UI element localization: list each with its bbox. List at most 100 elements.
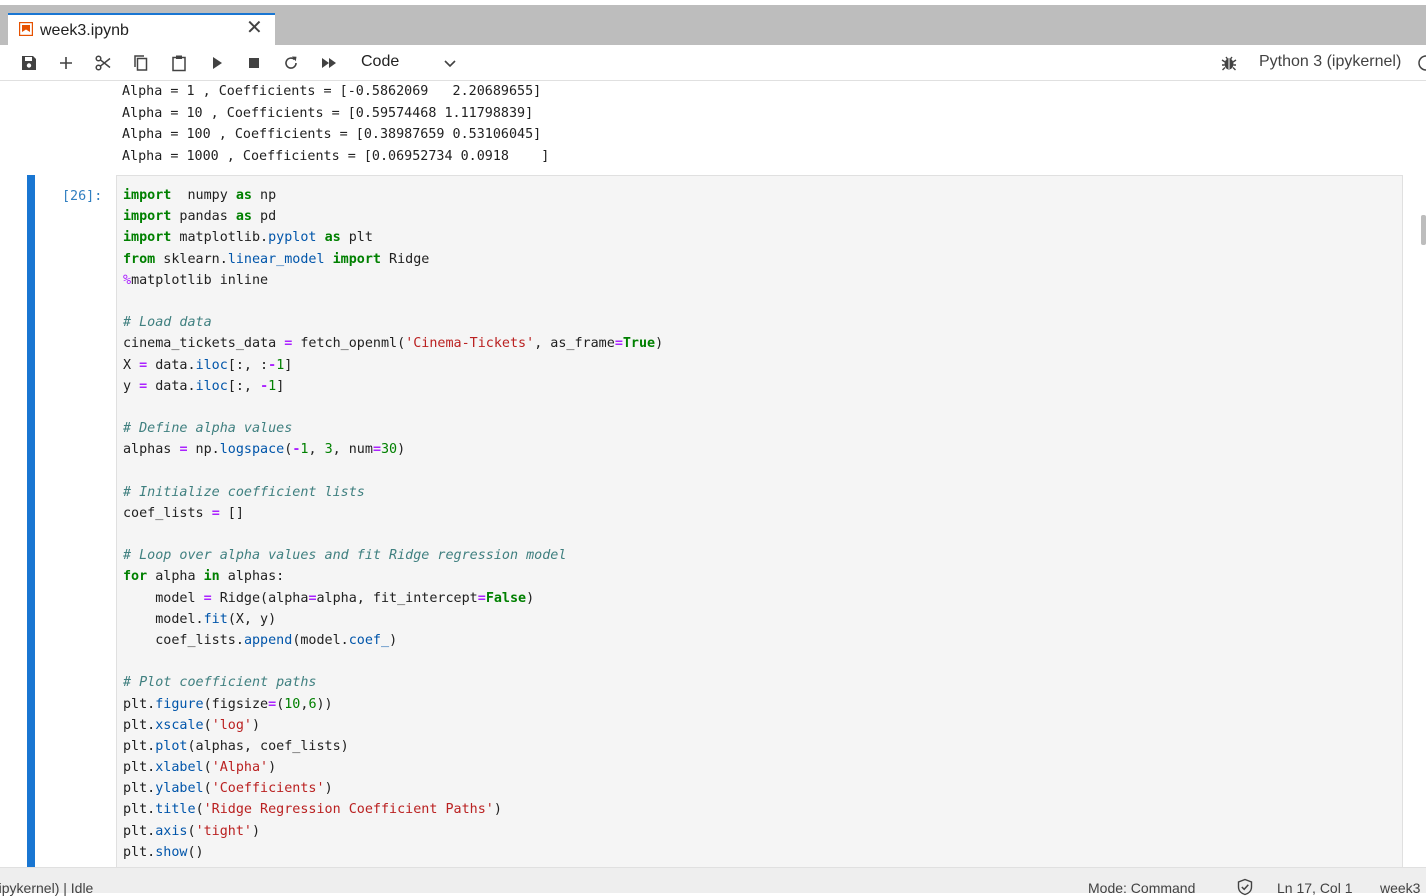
code-line: for alpha in alphas:	[123, 566, 663, 587]
code-token: plt.	[123, 760, 156, 776]
output-line: Alpha = 10 , Coefficients = [0.59574468 …	[122, 105, 534, 121]
add-icon	[60, 57, 72, 69]
close-icon[interactable]: ✕	[246, 18, 263, 38]
code-token: (	[203, 717, 212, 733]
code-token: -	[268, 357, 277, 373]
code-token: iloc	[195, 378, 228, 394]
code-line: import numpy as np	[123, 185, 663, 206]
code-line: cinema_tickets_data = fetch_openml('Cine…	[123, 333, 663, 354]
restart-run-all-button[interactable]	[318, 52, 340, 74]
code-token: =	[211, 505, 220, 521]
cut-button[interactable]	[92, 52, 114, 74]
save-icon	[22, 56, 36, 70]
cell-type-select[interactable]: Code	[361, 52, 461, 74]
code-token: Ridge	[381, 251, 430, 267]
tab-week3-notebook[interactable]: week3.ipynb ✕	[8, 13, 275, 45]
code-line: X = data.iloc[:, :-1]	[123, 355, 663, 376]
restart-button[interactable]	[280, 52, 302, 74]
code-token: (	[187, 823, 196, 839]
bug-icon[interactable]	[1220, 54, 1238, 72]
code-token: model	[123, 590, 204, 606]
insert-cell-button[interactable]	[55, 52, 77, 74]
code-token: in	[203, 569, 220, 585]
code-token: =	[308, 590, 317, 606]
code-token: xlabel	[155, 760, 204, 776]
code-token: figure	[155, 696, 204, 712]
code-token: []	[219, 505, 244, 521]
scrollbar[interactable]	[1418, 81, 1426, 867]
code-token: , num	[332, 442, 373, 458]
code-token: pandas	[171, 209, 236, 225]
code-token: import	[332, 251, 381, 267]
code-token: import	[123, 230, 172, 246]
code-token: pd	[252, 209, 277, 225]
code-token: coef_lists.	[123, 632, 244, 648]
code-token: plot	[155, 738, 188, 754]
code-token: 'Coefficients'	[211, 781, 325, 797]
code-token: ylabel	[155, 781, 204, 797]
code-token: iloc	[195, 357, 228, 373]
run-button[interactable]	[206, 52, 228, 74]
code-token: coef_lists	[123, 505, 212, 521]
shield-check-icon[interactable]	[1236, 878, 1254, 896]
code-token: 10	[284, 696, 301, 712]
notebook-panel[interactable]: Alpha = 1 , Coefficients = [-0.5862069 2…	[0, 81, 1426, 867]
code-token: # Plot coefficient paths	[123, 675, 317, 691]
code-token: =	[614, 336, 623, 352]
code-line: model.fit(X, y)	[123, 609, 663, 630]
code-token: (	[195, 802, 204, 818]
code-token: 6	[308, 696, 317, 712]
code-token: )	[268, 760, 277, 776]
kernel-name[interactable]: Python 3 (ipykernel)	[1259, 53, 1401, 71]
code-cell[interactable]: [26]: import numpy as np import pandas as…	[0, 175, 1426, 867]
paste-button[interactable]	[168, 52, 190, 74]
file-name: week3	[1380, 880, 1421, 896]
code-token: data.	[147, 378, 196, 394]
cell-type-label: Code	[361, 53, 400, 70]
code-token: import	[123, 209, 172, 225]
code-token: )	[493, 802, 502, 818]
code-editor[interactable]: import numpy as np import pandas as pd imp…	[116, 175, 1403, 867]
notebook-icon	[19, 22, 33, 36]
code-line: plt.xscale('log')	[123, 715, 663, 736]
code-line: coef_lists = []	[123, 503, 663, 524]
code-line: plt.plot(alphas, coef_lists)	[123, 736, 663, 757]
code-token: plt.	[123, 696, 156, 712]
chevron-down-icon	[444, 60, 456, 68]
kernel-status[interactable]: (ipykernel) | Idle	[0, 880, 93, 896]
code-token: as	[235, 209, 252, 225]
code-token: # Define alpha values	[123, 421, 293, 437]
code-text: import numpy as np import pandas as pd imp…	[123, 185, 663, 863]
tab-title: week3.ipynb	[40, 22, 129, 39]
cut-icon	[95, 55, 111, 71]
code-token: alpha	[147, 569, 204, 585]
fast-forward-icon	[322, 58, 336, 68]
code-token: =	[372, 442, 381, 458]
code-line: model = Ridge(alpha=alpha, fit_intercept…	[123, 588, 663, 609]
save-button[interactable]	[18, 52, 40, 74]
code-token: sklearn.	[155, 251, 228, 267]
cell-collapser[interactable]	[27, 175, 35, 867]
copy-button[interactable]	[130, 52, 152, 74]
code-token: )	[389, 632, 398, 648]
cursor-position[interactable]: Ln 17, Col 1	[1277, 880, 1353, 896]
code-token: 30	[381, 442, 398, 458]
code-line: # Load data	[123, 312, 663, 333]
code-token: alphas:	[219, 569, 285, 585]
code-token: =	[139, 357, 148, 373]
scrollbar-thumb[interactable]	[1421, 215, 1426, 245]
code-token: np.	[187, 442, 220, 458]
code-token: Ridge(alpha	[211, 590, 309, 606]
code-token: matplotlib inline	[131, 272, 269, 288]
code-line: plt.axis('tight')	[123, 821, 663, 842]
code-line: plt.xlabel('Alpha')	[123, 757, 663, 778]
status-bar: (ipykernel) | Idle Mode: Command Ln 17, …	[0, 867, 1426, 896]
code-token: # Loop over alpha values and fit Ridge r…	[123, 548, 567, 564]
code-token: plt.	[123, 781, 156, 797]
code-token: import	[123, 188, 172, 203]
code-token: from	[123, 251, 156, 267]
stop-button[interactable]	[243, 52, 265, 74]
code-token: (figsize	[203, 696, 269, 712]
code-token: coef_	[348, 632, 390, 648]
